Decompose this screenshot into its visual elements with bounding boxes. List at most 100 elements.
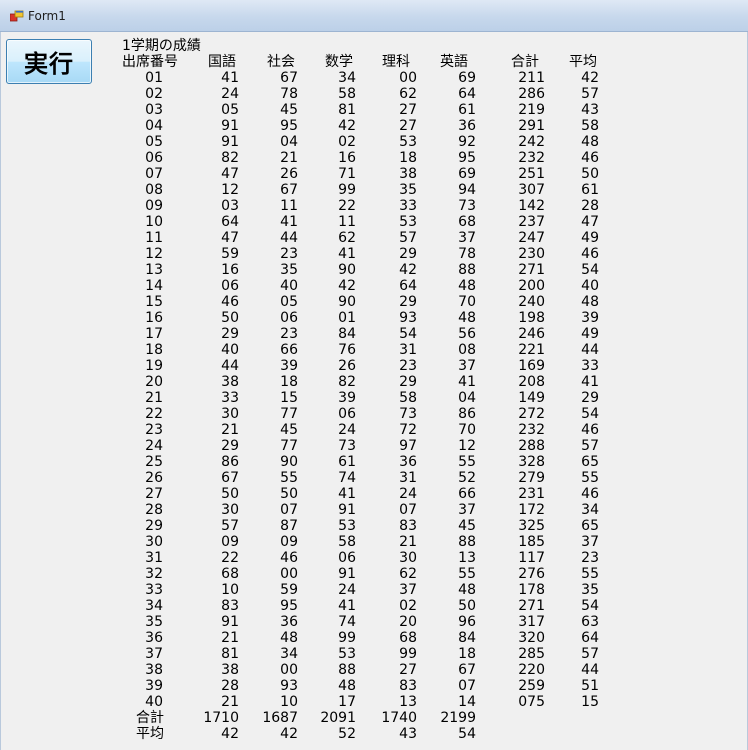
column-header-kokugo: 国語 [208, 54, 236, 70]
cell-shakai: 05 [280, 294, 298, 310]
cell-number: 10 [145, 214, 163, 230]
cell-shakai: 26 [280, 166, 298, 182]
cell-shakai: 11 [280, 198, 298, 214]
cell-total: 221 [518, 342, 545, 358]
cell-sugaku: 42 [338, 118, 356, 134]
cell-eigo: 84 [458, 630, 476, 646]
cell-shakai: 46 [280, 550, 298, 566]
cell-sugaku: 90 [338, 262, 356, 278]
cell-sugaku: 42 [338, 278, 356, 294]
cell-eigo: 52 [458, 470, 476, 486]
column-header-average: 平均 [569, 54, 597, 70]
cell-total: 208 [518, 374, 545, 390]
cell-number: 38 [145, 662, 163, 678]
cell-number: 01 [145, 70, 163, 86]
cell-rika: 21 [399, 534, 417, 550]
title-bar: Form1 [0, 0, 748, 32]
averages-label: 平均 [136, 726, 164, 742]
cell-kokugo: 82 [221, 150, 239, 166]
cell-shakai: 77 [280, 438, 298, 454]
cell-shakai: 35 [280, 262, 298, 278]
cell-average: 65 [581, 454, 599, 470]
cell-sugaku: 82 [338, 374, 356, 390]
averages-cell-shakai: 42 [280, 726, 298, 742]
cell-shakai: 95 [280, 118, 298, 134]
cell-average: 15 [581, 694, 599, 710]
cell-total: 117 [518, 550, 545, 566]
cell-eigo: 50 [458, 598, 476, 614]
cell-average: 43 [581, 102, 599, 118]
cell-eigo: 94 [458, 182, 476, 198]
cell-number: 22 [145, 406, 163, 422]
cell-average: 58 [581, 118, 599, 134]
cell-sugaku: 24 [338, 422, 356, 438]
cell-average: 48 [581, 134, 599, 150]
cell-kokugo: 09 [221, 534, 239, 550]
cell-average: 47 [581, 214, 599, 230]
cell-shakai: 59 [280, 582, 298, 598]
cell-shakai: 15 [280, 390, 298, 406]
cell-rika: 07 [399, 502, 417, 518]
cell-rika: 27 [399, 662, 417, 678]
cell-average: 46 [581, 150, 599, 166]
column-header-rika: 理科 [382, 54, 410, 70]
form-client-area [0, 32, 748, 750]
cell-number: 25 [145, 454, 163, 470]
cell-number: 32 [145, 566, 163, 582]
cell-rika: 30 [399, 550, 417, 566]
cell-eigo: 68 [458, 214, 476, 230]
cell-rika: 31 [399, 342, 417, 358]
cell-rika: 27 [399, 118, 417, 134]
cell-rika: 29 [399, 246, 417, 262]
cell-average: 23 [581, 550, 599, 566]
cell-rika: 20 [399, 614, 417, 630]
cell-number: 33 [145, 582, 163, 598]
cell-eigo: 96 [458, 614, 476, 630]
cell-average: 63 [581, 614, 599, 630]
cell-shakai: 36 [280, 614, 298, 630]
cell-rika: 27 [399, 102, 417, 118]
cell-average: 54 [581, 262, 599, 278]
cell-sugaku: 53 [338, 646, 356, 662]
cell-shakai: 34 [280, 646, 298, 662]
cell-sugaku: 02 [338, 134, 356, 150]
cell-rika: 68 [399, 630, 417, 646]
cell-rika: 53 [399, 214, 417, 230]
totals-cell-shakai: 1687 [262, 710, 298, 726]
cell-total: 271 [518, 598, 545, 614]
cell-shakai: 10 [280, 694, 298, 710]
cell-rika: 18 [399, 150, 417, 166]
cell-total: 198 [518, 310, 545, 326]
averages-cell-rika: 43 [399, 726, 417, 742]
cell-number: 07 [145, 166, 163, 182]
cell-total: 240 [518, 294, 545, 310]
run-button[interactable]: 実行 [6, 39, 92, 84]
cell-average: 49 [581, 230, 599, 246]
cell-kokugo: 68 [221, 566, 239, 582]
cell-eigo: 88 [458, 262, 476, 278]
cell-rika: 58 [399, 390, 417, 406]
cell-rika: 93 [399, 310, 417, 326]
cell-number: 05 [145, 134, 163, 150]
cell-shakai: 21 [280, 150, 298, 166]
cell-total: 075 [518, 694, 545, 710]
cell-average: 42 [581, 70, 599, 86]
cell-total: 185 [518, 534, 545, 550]
cell-number: 28 [145, 502, 163, 518]
cell-total: 200 [518, 278, 545, 294]
cell-shakai: 55 [280, 470, 298, 486]
cell-average: 28 [581, 198, 599, 214]
cell-number: 27 [145, 486, 163, 502]
cell-eigo: 37 [458, 358, 476, 374]
cell-sugaku: 74 [338, 614, 356, 630]
cell-average: 46 [581, 246, 599, 262]
cell-shakai: 50 [280, 486, 298, 502]
cell-sugaku: 01 [338, 310, 356, 326]
cell-average: 64 [581, 630, 599, 646]
window-title: Form1 [28, 9, 66, 23]
cell-rika: 72 [399, 422, 417, 438]
totals-cell-kokugo: 1710 [203, 710, 239, 726]
cell-average: 50 [581, 166, 599, 182]
cell-kokugo: 47 [221, 230, 239, 246]
cell-sugaku: 74 [338, 470, 356, 486]
